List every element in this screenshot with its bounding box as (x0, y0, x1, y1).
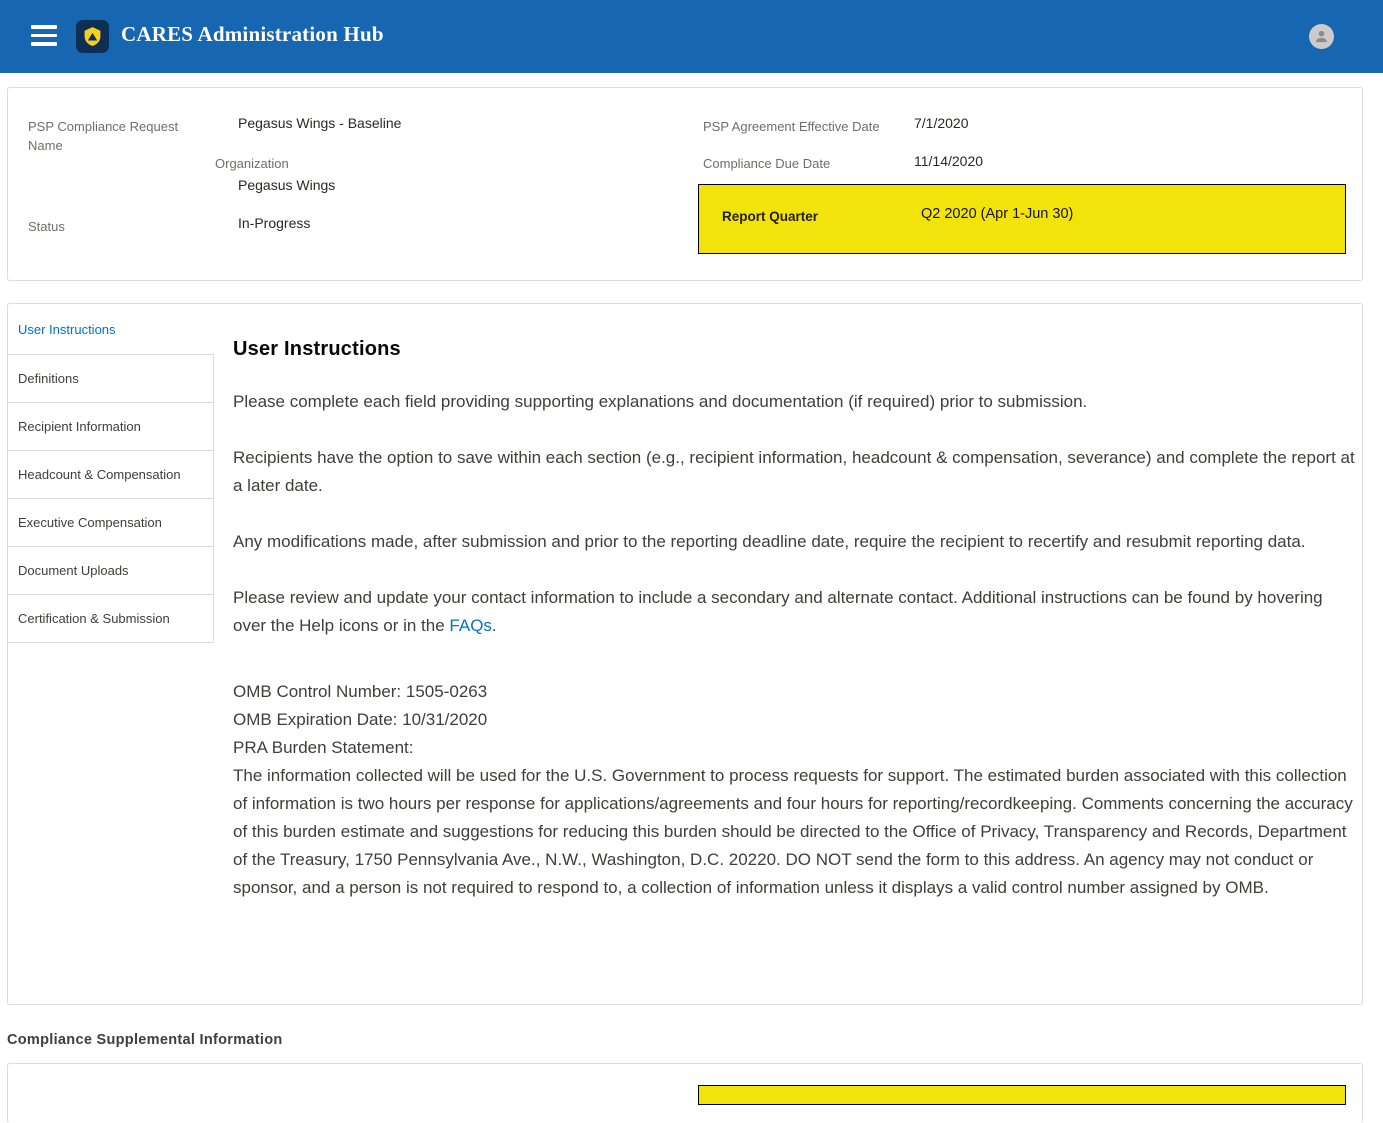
user-icon (1313, 28, 1330, 45)
contact-paragraph: Please review and update your contact in… (233, 584, 1355, 640)
organization-value: Pegasus Wings (238, 176, 335, 195)
effective-date-label: PSP Agreement Effective Date (703, 117, 880, 136)
request-name-value: Pegasus Wings - Baseline (238, 114, 401, 133)
instructions-paragraph: Recipients have the option to save withi… (233, 444, 1355, 500)
status-value: In-Progress (238, 214, 310, 233)
omb-control-number: OMB Control Number: 1505-0263 (233, 678, 1355, 706)
user-avatar[interactable] (1309, 24, 1334, 49)
instructions-content: User Instructions Please complete each f… (233, 330, 1355, 902)
supplemental-card (7, 1063, 1363, 1123)
omb-expiration-date: OMB Expiration Date: 10/31/2020 (233, 706, 1355, 734)
due-date-label: Compliance Due Date (703, 154, 830, 173)
report-quarter-value: Q2 2020 (Apr 1-Jun 30) (921, 206, 1073, 222)
instructions-paragraph: Any modifications made, after submission… (233, 528, 1355, 556)
faqs-link[interactable]: FAQs (449, 616, 492, 635)
status-label: Status (28, 217, 65, 236)
supplemental-section-title: Compliance Supplemental Information (7, 1032, 283, 1048)
tab-document-uploads[interactable]: Document Uploads (8, 547, 213, 595)
request-name-label: PSP Compliance Request Name (28, 117, 188, 155)
report-quarter-highlight: Report Quarter Q2 2020 (Apr 1-Jun 30) (698, 184, 1346, 254)
shield-icon (81, 25, 104, 48)
app-title: CARES Administration Hub (121, 22, 384, 47)
tab-headcount-compensation[interactable]: Headcount & Compensation (8, 451, 213, 499)
tab-recipient-information[interactable]: Recipient Information (8, 403, 213, 451)
app-header: CARES Administration Hub (0, 0, 1383, 73)
tab-user-instructions[interactable]: User Instructions (18, 322, 116, 337)
report-quarter-label: Report Quarter (722, 209, 818, 224)
section-tab-list: Definitions Recipient Information Headco… (8, 354, 214, 643)
contact-text-before: Please review and update your contact in… (233, 588, 1323, 635)
omb-block: OMB Control Number: 1505-0263 OMB Expira… (233, 678, 1355, 902)
page-title: User Instructions (233, 338, 1355, 361)
hamburger-menu-icon[interactable] (31, 25, 57, 47)
due-date-value: 11/14/2020 (914, 152, 983, 171)
tab-certification-submission[interactable]: Certification & Submission (8, 595, 213, 643)
compliance-summary-card: PSP Compliance Request Name Pegasus Wing… (7, 87, 1363, 281)
effective-date-value: 7/1/2020 (914, 114, 969, 133)
pra-burden-label: PRA Burden Statement: (233, 734, 1355, 762)
tab-executive-compensation[interactable]: Executive Compensation (8, 499, 213, 547)
organization-label: Organization (215, 154, 289, 173)
pra-burden-text: The information collected will be used f… (233, 762, 1355, 902)
instructions-card: User Instructions Definitions Recipient … (7, 303, 1363, 1005)
tab-definitions[interactable]: Definitions (8, 355, 213, 403)
instructions-paragraph: Please complete each field providing sup… (233, 388, 1355, 416)
supplemental-highlight-partial (698, 1085, 1346, 1105)
app-logo (76, 20, 109, 53)
contact-text-after: . (492, 616, 497, 635)
